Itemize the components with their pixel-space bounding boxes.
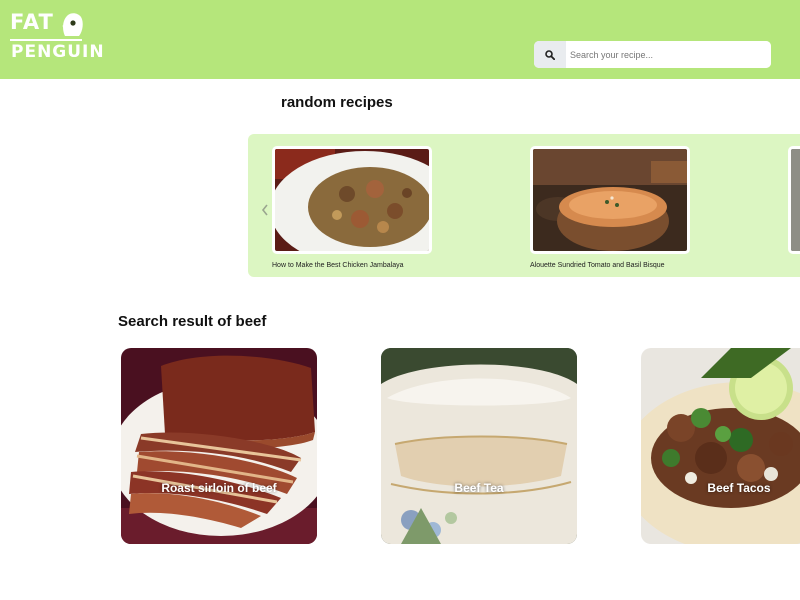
random-recipes-title: random recipes	[281, 94, 393, 111]
recipe-caption: Alouette Sundried Tomato and Basil Bisqu…	[530, 262, 665, 269]
search-input[interactable]	[566, 41, 771, 68]
recipe-image	[272, 146, 432, 254]
logo-divider	[10, 39, 82, 41]
recipe-title: Roast sirloin of beef	[161, 481, 277, 495]
recipe-caption: How to Make the Best Chicken Jambalaya	[272, 262, 404, 269]
random-recipe-card[interactable]	[788, 146, 800, 254]
search-icon	[545, 49, 555, 60]
logo-line-1: FAT	[10, 10, 54, 34]
recipe-title: Beef Tacos	[707, 481, 771, 495]
random-recipe-card[interactable]: Alouette Sundried Tomato and Basil Bisqu…	[530, 146, 692, 269]
search-results-title: Search result of beef	[118, 313, 267, 330]
recipe-image	[641, 348, 800, 544]
search-result-card[interactable]: Roast sirloin of beef	[121, 348, 317, 544]
search-bar	[534, 41, 771, 68]
recipe-image	[530, 146, 690, 254]
search-result-card[interactable]: Beef Tea	[381, 348, 577, 544]
search-button[interactable]	[534, 41, 566, 68]
random-recipes-carousel: How to Make the Best Chicken Jambalaya A…	[248, 134, 800, 277]
carousel-prev-button[interactable]	[258, 201, 272, 219]
random-recipe-card[interactable]: How to Make the Best Chicken Jambalaya	[272, 146, 434, 269]
header: FAT PENGUIN	[0, 0, 800, 79]
fat-penguin-logo[interactable]: FAT PENGUIN	[10, 10, 104, 68]
recipe-image	[121, 348, 317, 544]
logo-line-2: PENGUIN	[11, 42, 105, 62]
recipe-image	[381, 348, 577, 544]
chevron-left-icon	[261, 204, 268, 216]
recipe-title: Beef Tea	[454, 481, 504, 495]
search-result-card[interactable]: Beef Tacos	[641, 348, 800, 544]
penguin-icon	[62, 13, 83, 36]
recipe-image	[788, 146, 800, 254]
